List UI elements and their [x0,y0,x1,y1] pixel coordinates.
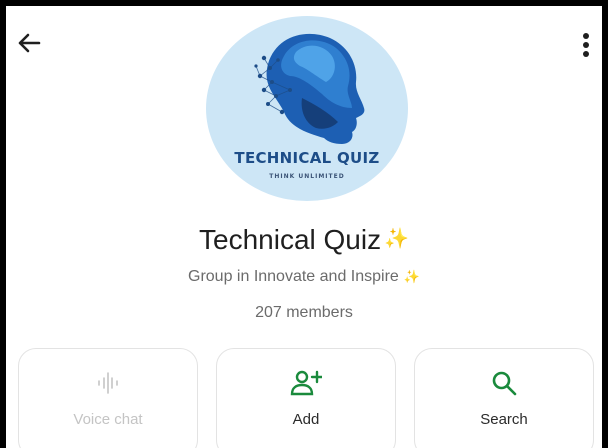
group-name: Technical Quiz ✨ [6,224,602,256]
search-label: Search [480,411,528,428]
group-subtitle-text: Group in Innovate and Inspire [188,268,399,285]
voice-wave-icon [98,372,118,394]
group-avatar[interactable]: TECHNICAL QUIZ THINK UNLIMITED [206,16,408,201]
sparkle-emoji: ✨ [403,269,420,284]
search-button[interactable]: Search [414,348,594,448]
sparkle-emoji: ✨ [384,228,409,250]
add-person-icon [290,370,322,396]
voice-chat-button[interactable]: Voice chat [18,348,198,448]
group-subtitle: Group in Innovate and Inspire ✨ [6,268,602,286]
search-icon [492,371,517,396]
add-member-button[interactable]: Add [216,348,396,448]
logo-title: TECHNICAL QUIZ [234,149,380,167]
voice-chat-label: Voice chat [73,411,143,428]
add-label: Add [292,411,320,428]
group-info-screen: TECHNICAL QUIZ THINK UNLIMITED Technical… [6,6,602,448]
arrow-left-icon [18,33,41,53]
logo-tagline: THINK UNLIMITED [269,173,345,180]
group-name-text: Technical Quiz [199,224,382,255]
back-button[interactable] [14,28,44,58]
member-count[interactable]: 207 members [6,304,602,322]
more-vertical-icon [583,33,589,57]
more-options-button[interactable] [574,28,598,62]
